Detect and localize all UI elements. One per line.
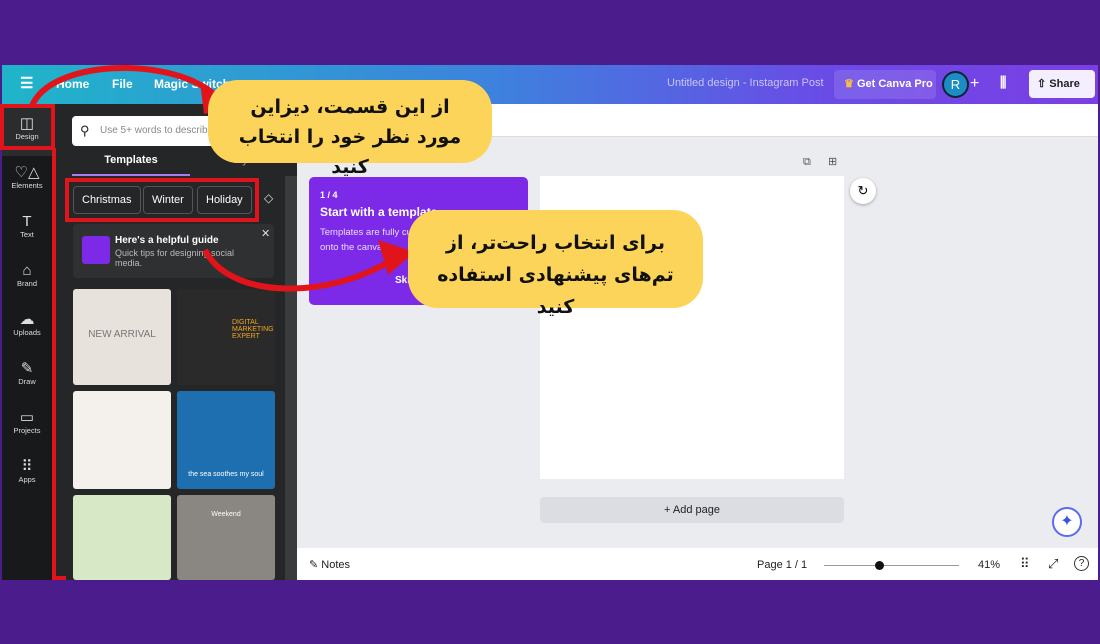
arrow-to-bubble1 bbox=[29, 65, 217, 108]
arrow-to-bubble2 bbox=[202, 248, 397, 292]
annotation-bubble-2: برای انتخاب راحت‌تر، از تم‌های پیشنهادی … bbox=[408, 210, 703, 318]
annotation-bubble-1: از این قسمت، دیزاین مورد نظر خود را انتخ… bbox=[208, 80, 492, 178]
